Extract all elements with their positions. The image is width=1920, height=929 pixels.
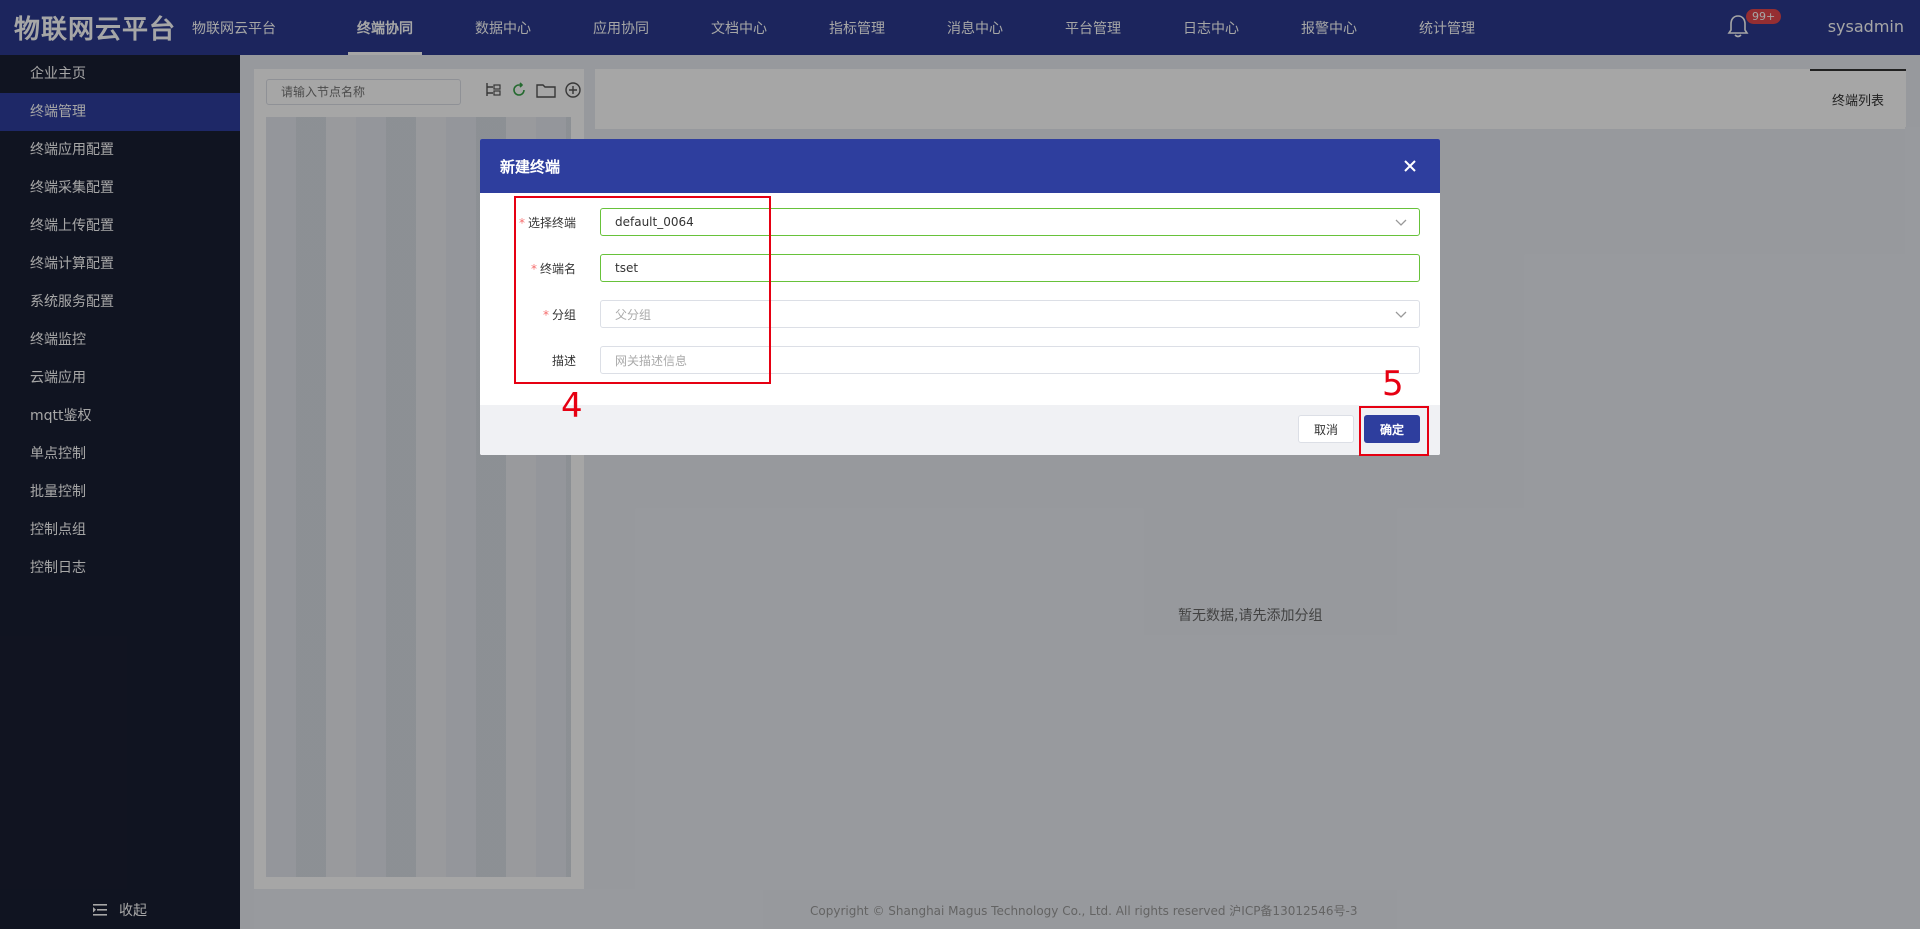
close-icon[interactable]	[1400, 156, 1420, 176]
annotation-box-confirm	[1359, 406, 1429, 456]
annotation-step-5: 5	[1382, 364, 1404, 404]
dialog-header: 新建终端	[480, 139, 1440, 193]
dialog-title: 新建终端	[500, 157, 561, 176]
annotation-box-fields	[514, 196, 771, 384]
cancel-button[interactable]: 取消	[1298, 415, 1354, 443]
chevron-down-icon	[1395, 219, 1407, 226]
chevron-down-icon	[1395, 311, 1407, 318]
annotation-step-4: 4	[561, 386, 583, 426]
dialog-footer: 取消 确定	[480, 405, 1440, 455]
